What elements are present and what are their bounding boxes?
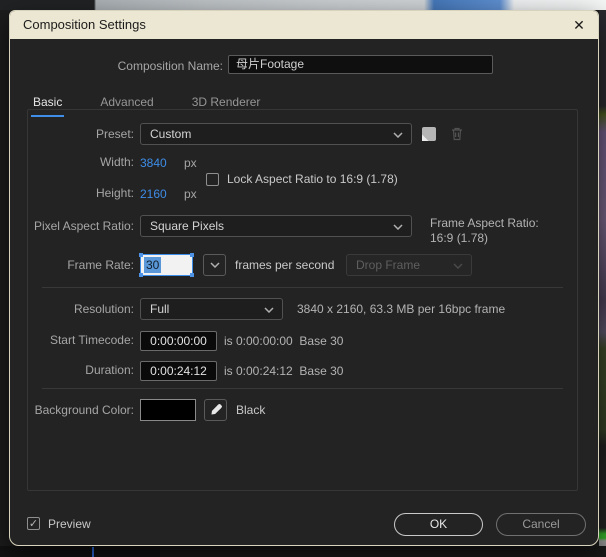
background-color-label: Background Color: (28, 399, 134, 421)
check-icon: ✓ (29, 518, 38, 530)
drop-frame-dropdown: Drop Frame (346, 254, 472, 276)
duration-info: is 0:00:24:12 Base 30 (224, 361, 343, 381)
chevron-down-icon (393, 132, 403, 138)
app-background-strip (0, 546, 606, 557)
preset-dropdown[interactable]: Custom (140, 123, 412, 145)
screen: Composition Settings ✕ Composition Name:… (0, 0, 606, 557)
duration-label: Duration: (28, 360, 134, 380)
frame-aspect-ratio-label: Frame Aspect Ratio: (430, 216, 539, 231)
start-timecode-input[interactable]: 0:00:00:00 (140, 331, 217, 351)
eyedropper-button[interactable] (204, 399, 227, 421)
resolution-info: 3840 x 2160, 63.3 MB per 16bpc frame (297, 299, 505, 319)
resolution-label: Resolution: (28, 298, 134, 320)
chevron-down-icon (453, 263, 463, 269)
background-color-name: Black (236, 399, 265, 421)
trash-icon (449, 126, 465, 142)
eyedropper-icon (209, 403, 223, 417)
width-label: Width: (28, 154, 134, 170)
background-video-strip (0, 0, 606, 10)
frames-per-second-label: frames per second (235, 254, 334, 276)
dialog-title: Composition Settings (23, 11, 146, 39)
dialog-title-bar[interactable]: Composition Settings ✕ (10, 11, 598, 39)
duration-input[interactable]: 0:00:24:12 (140, 361, 217, 381)
chevron-down-icon (264, 307, 274, 313)
resolution-dropdown[interactable]: Full (140, 298, 283, 320)
pixel-aspect-ratio-dropdown[interactable]: Square Pixels (140, 215, 412, 237)
composition-settings-dialog: Composition Settings ✕ Composition Name:… (9, 10, 599, 546)
close-icon: ✕ (573, 17, 585, 33)
section-divider (42, 388, 563, 389)
focus-corner-handle (190, 273, 194, 277)
width-unit: px (184, 156, 197, 170)
width-value[interactable]: 3840 (140, 156, 167, 170)
pixel-aspect-ratio-value: Square Pixels (150, 219, 224, 233)
chevron-down-icon (210, 262, 220, 268)
preview-checkbox[interactable]: ✓ (27, 517, 40, 530)
delete-preset-button (445, 123, 468, 145)
preset-label: Preset: (28, 123, 134, 145)
height-label: Height: (28, 185, 134, 201)
start-timecode-label: Start Timecode: (28, 330, 134, 350)
background-video-sliver (599, 10, 606, 557)
frame-rate-dropdown-button[interactable] (203, 254, 226, 276)
preview-label: Preview (48, 517, 91, 531)
frame-rate-label: Frame Rate: (28, 254, 134, 276)
frame-aspect-ratio-value: 16:9 (1.78) (430, 231, 488, 246)
ok-button[interactable]: OK (394, 513, 483, 536)
timeline-playhead-line (92, 547, 94, 557)
height-unit: px (184, 187, 197, 201)
basic-tab-panel: Preset: Custom Width: 3840 px Lock Aspec… (27, 109, 578, 491)
composition-name-label: Composition Name: (10, 57, 223, 76)
lock-aspect-checkbox[interactable] (206, 173, 219, 186)
focus-corner-handle (139, 253, 143, 257)
focus-corner-handle (190, 253, 194, 257)
save-preset-icon (420, 125, 438, 143)
chevron-down-icon (393, 224, 403, 230)
close-button[interactable]: ✕ (568, 14, 590, 36)
composition-name-input[interactable]: 母片Footage (228, 55, 493, 74)
drop-frame-value: Drop Frame (356, 258, 420, 272)
resolution-value: Full (150, 302, 169, 316)
start-timecode-info: is 0:00:00:00 Base 30 (224, 331, 343, 351)
frame-rate-value: 30 (144, 257, 161, 273)
background-panel-corner (0, 546, 160, 557)
section-divider (42, 287, 563, 288)
preset-value: Custom (150, 127, 191, 141)
cancel-button[interactable]: Cancel (496, 513, 586, 536)
frame-rate-input[interactable]: 30 (140, 254, 193, 276)
pixel-aspect-ratio-label: Pixel Aspect Ratio: (28, 215, 134, 237)
height-value[interactable]: 2160 (140, 187, 167, 201)
save-preset-button[interactable] (417, 123, 440, 145)
lock-aspect-label: Lock Aspect Ratio to 16:9 (1.78) (227, 172, 398, 186)
focus-corner-handle (139, 273, 143, 277)
background-color-swatch[interactable] (140, 399, 196, 421)
